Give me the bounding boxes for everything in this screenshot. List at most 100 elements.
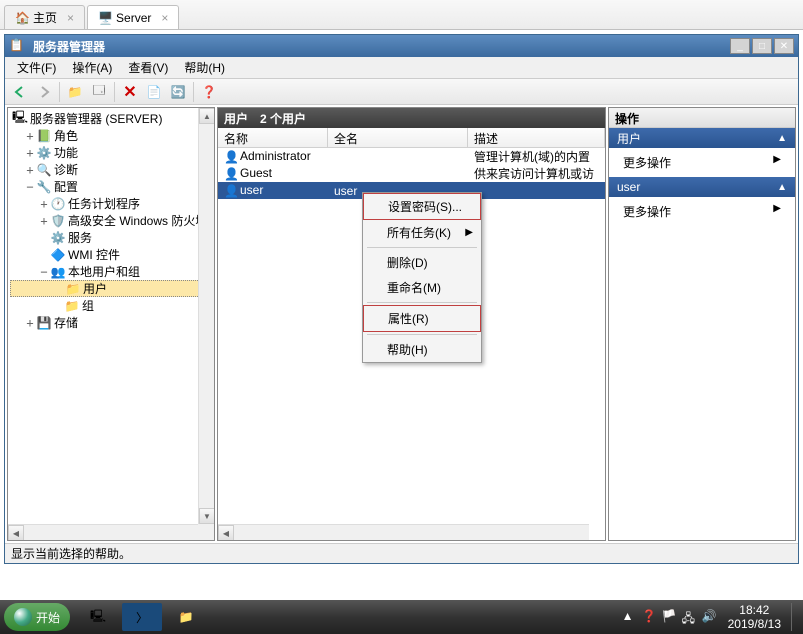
task-explorer[interactable]: 📁: [166, 603, 206, 631]
scroll-left-icon[interactable]: ◀: [218, 525, 234, 540]
submenu-icon: ▶: [773, 154, 781, 171]
browser-tab-strip: 🏠 主页 × 🖥️ Server ×: [0, 0, 803, 30]
expander-icon[interactable]: +: [24, 316, 36, 330]
browser-tab-home[interactable]: 🏠 主页 ×: [4, 5, 85, 29]
scroll-down-icon[interactable]: ▼: [199, 508, 215, 524]
expander-icon[interactable]: +: [24, 146, 36, 160]
menu-rename[interactable]: 重命名(M): [363, 275, 481, 300]
delete-button[interactable]: ✕: [119, 81, 141, 103]
menu-help[interactable]: 帮助(H): [176, 57, 233, 78]
list-header-bar: 用户 2 个用户: [218, 108, 605, 128]
list-row-guest[interactable]: 👤Guest 供来宾访问计算机或访: [218, 165, 605, 182]
show-desktop-button[interactable]: [791, 603, 799, 631]
scroll-up-icon[interactable]: ▲: [199, 108, 215, 124]
clock-icon: 🕐: [50, 197, 66, 211]
expander-icon[interactable]: +: [24, 129, 36, 143]
list-row-administrator[interactable]: 👤Administrator 管理计算机(域)的内置: [218, 148, 605, 165]
expander-icon[interactable]: +: [38, 197, 50, 211]
collapse-icon: ▲: [777, 182, 787, 193]
tree-item-features[interactable]: +⚙️功能: [10, 144, 212, 161]
help-button[interactable]: ❓: [198, 81, 220, 103]
action-more-user[interactable]: 更多操作 ▶: [609, 197, 795, 226]
status-bar: 显示当前选择的帮助。: [5, 543, 798, 563]
menu-delete[interactable]: 删除(D): [363, 250, 481, 275]
task-powershell[interactable]: 〉: [122, 603, 162, 631]
close-button[interactable]: ✕: [774, 38, 794, 54]
tree-root[interactable]: 🖳 服务器管理器 (SERVER): [10, 110, 212, 127]
scroll-left-icon[interactable]: ◀: [8, 525, 24, 541]
action-more-users[interactable]: 更多操作 ▶: [609, 148, 795, 177]
tree-item-diagnostics[interactable]: +🔍诊断: [10, 161, 212, 178]
tree-item-storage[interactable]: +💾存储: [10, 314, 212, 331]
context-menu: 设置密码(S)... 所有任务(K)▶ 删除(D) 重命名(M) 属性(R) 帮…: [362, 192, 482, 363]
home-icon: 🏠: [15, 11, 29, 25]
taskbar-clock[interactable]: 18:42 2019/8/13: [722, 603, 787, 632]
action-section-user[interactable]: user ▲: [609, 177, 795, 197]
show-hide-button[interactable]: 🗔: [88, 81, 110, 103]
expander-icon[interactable]: −: [24, 180, 36, 194]
window-titlebar[interactable]: 📋 服务器管理器 _ □ ✕: [5, 35, 798, 57]
tray-network-icon[interactable]: 🖧: [682, 609, 698, 625]
menu-action[interactable]: 操作(A): [64, 57, 120, 78]
collapse-icon: ▲: [777, 133, 787, 144]
browser-tab-server[interactable]: 🖥️ Server ×: [87, 5, 179, 29]
tree-item-firewall[interactable]: +🛡️高级安全 Windows 防火墙: [10, 212, 212, 229]
back-button[interactable]: [9, 81, 31, 103]
column-desc[interactable]: 描述: [468, 128, 605, 147]
task-server-manager[interactable]: 🖳: [78, 603, 118, 631]
scrollbar-horizontal[interactable]: ◀▶: [8, 524, 198, 540]
submenu-icon: ▶: [773, 203, 781, 220]
tray-flag-icon[interactable]: 🏳️: [662, 609, 678, 625]
menu-properties[interactable]: 属性(R): [363, 305, 481, 332]
tree-item-roles[interactable]: +📗角色: [10, 127, 212, 144]
tree-item-scheduler[interactable]: +🕐任务计划程序: [10, 195, 212, 212]
user-icon: 👤: [224, 150, 238, 164]
tab-label: 主页: [33, 9, 57, 26]
menu-all-tasks[interactable]: 所有任务(K)▶: [363, 220, 481, 245]
tray-up-icon[interactable]: ▲: [622, 609, 638, 625]
action-section-users[interactable]: 用户 ▲: [609, 128, 795, 148]
properties-button[interactable]: 📄: [143, 81, 165, 103]
tree-item-wmi[interactable]: 🔷WMI 控件: [10, 246, 212, 263]
expander-icon[interactable]: +: [38, 214, 50, 228]
tree-item-groups[interactable]: 📁组: [10, 297, 212, 314]
expander-icon[interactable]: −: [38, 265, 50, 279]
menu-help[interactable]: 帮助(H): [363, 337, 481, 362]
maximize-button[interactable]: □: [752, 38, 772, 54]
tree-panel[interactable]: 🖳 服务器管理器 (SERVER) +📗角色 +⚙️功能 +🔍诊断 −🔧配置 +…: [7, 107, 215, 541]
expander-icon[interactable]: +: [24, 163, 36, 177]
folder-icon: 📁: [64, 299, 80, 313]
tree-item-config[interactable]: −🔧配置: [10, 178, 212, 195]
column-name[interactable]: 名称: [218, 128, 328, 147]
menu-separator: [367, 302, 477, 303]
tree-item-localusers[interactable]: −👥本地用户和组: [10, 263, 212, 280]
menu-view[interactable]: 查看(V): [120, 57, 176, 78]
tree-item-services[interactable]: ⚙️服务: [10, 229, 212, 246]
folder-icon: 📁: [65, 282, 81, 296]
actions-header: 操作: [609, 108, 795, 128]
tray-help-icon[interactable]: ❓: [642, 609, 658, 625]
scrollbar-vertical[interactable]: ▲▼: [198, 108, 214, 524]
scrollbar-horizontal[interactable]: ◀▶: [218, 524, 589, 540]
menu-set-password[interactable]: 设置密码(S)...: [363, 193, 481, 220]
server-icon: 🖳: [12, 112, 28, 126]
users-icon: 👥: [50, 265, 66, 279]
actions-panel: 操作 用户 ▲ 更多操作 ▶ user ▲ 更多操作 ▶: [608, 107, 796, 541]
tray-sound-icon[interactable]: 🔊: [702, 609, 718, 625]
minimize-button[interactable]: _: [730, 38, 750, 54]
tab-label: Server: [116, 11, 151, 25]
start-button[interactable]: 开始: [4, 603, 70, 631]
user-icon: 👤: [224, 184, 238, 198]
menu-separator: [367, 247, 477, 248]
menu-file[interactable]: 文件(F): [9, 57, 64, 78]
close-icon[interactable]: ×: [161, 11, 168, 25]
wmi-icon: 🔷: [50, 248, 66, 262]
close-icon[interactable]: ×: [67, 11, 74, 25]
tree-item-users[interactable]: 📁用户: [10, 280, 212, 297]
up-button[interactable]: 📁: [64, 81, 86, 103]
toolbar: 📁 🗔 ✕ 📄 🔄 ❓: [5, 79, 798, 105]
forward-button[interactable]: [33, 81, 55, 103]
column-headers: 名称 全名 描述: [218, 128, 605, 148]
column-fullname[interactable]: 全名: [328, 128, 468, 147]
refresh-button[interactable]: 🔄: [167, 81, 189, 103]
